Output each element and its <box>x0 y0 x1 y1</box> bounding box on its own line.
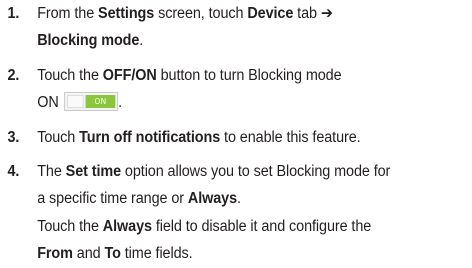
text: From the <box>37 5 99 22</box>
text: and <box>72 245 105 262</box>
text: tab ➔ <box>293 5 333 22</box>
bold-text: Turn off notifications <box>79 129 221 146</box>
bold-text: Blocking mode <box>37 32 140 49</box>
text: . <box>237 190 241 207</box>
bold-text: Settings <box>98 5 155 22</box>
bold-text: From <box>37 245 73 262</box>
text: a specific time range or <box>37 190 188 207</box>
step-number: 1. <box>7 5 20 22</box>
text: Touch the <box>37 67 103 84</box>
text: time fields. <box>120 245 193 262</box>
text: field to disable it and configure the <box>151 218 372 235</box>
step-line: ON ON. <box>37 90 122 116</box>
step-number: 2. <box>7 67 20 84</box>
text: Touch <box>37 129 80 146</box>
text: to enable this feature. <box>220 129 361 146</box>
instruction-list: 1. From the Settings screen, touch Devic… <box>0 0 472 268</box>
step-number: 4. <box>7 163 20 180</box>
text: . <box>139 32 144 49</box>
bold-text: Always <box>187 190 238 207</box>
step-line: Touch the OFF/ON button to turn Blocking… <box>37 63 341 89</box>
step-line: From the Settings screen, touch Device t… <box>37 1 333 27</box>
text: The <box>37 163 66 180</box>
step-number: 3. <box>7 129 20 146</box>
step-line: The Set time option allows you to set Bl… <box>37 159 390 185</box>
bold-text: To <box>104 245 121 262</box>
on-off-toggle-icon: ON <box>64 92 119 111</box>
step-line: Touch Turn off notifications to enable t… <box>37 125 360 151</box>
bold-text: Device <box>247 5 294 22</box>
text: option allows you to set Blocking mode f… <box>121 163 391 180</box>
text: button to turn Blocking mode <box>156 67 342 84</box>
text: Touch the <box>37 218 103 235</box>
step-line: Blocking mode. <box>37 28 143 54</box>
bold-text: Always <box>102 218 152 235</box>
bold-text: Set time <box>65 163 122 180</box>
text: . <box>118 94 123 111</box>
text: screen, touch <box>154 5 248 22</box>
toggle-on-label: ON <box>85 95 116 108</box>
text: ON <box>37 94 59 111</box>
step-line: a specific time range or Always. <box>37 186 241 212</box>
step-line: From and To time fields. <box>37 241 192 267</box>
step-line: Touch the Always field to disable it and… <box>37 214 371 240</box>
bold-text: OFF/ON <box>102 67 157 84</box>
toggle-knob <box>67 95 84 108</box>
